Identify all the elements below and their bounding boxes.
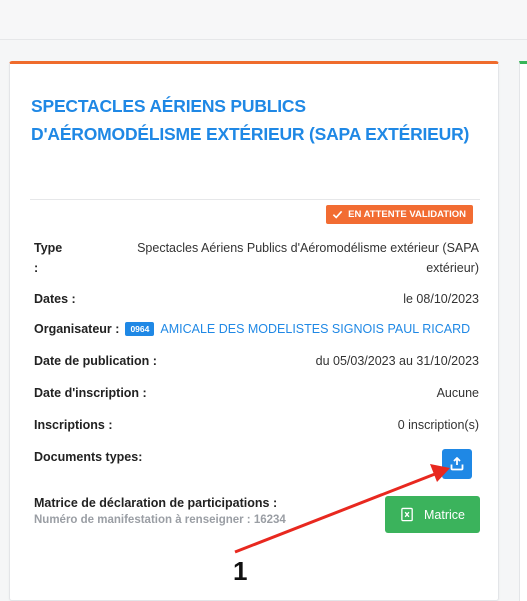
dates-row: Dates : le 08/10/2023 bbox=[34, 292, 479, 306]
type-value-line2: extérieur) bbox=[426, 261, 479, 275]
inscription-date-label: Date d'inscription : bbox=[34, 386, 147, 400]
annotation-number: 1 bbox=[233, 556, 248, 586]
organisateur-row: Organisateur : 0964 AMICALE DES MODELIST… bbox=[34, 322, 479, 336]
organisateur-group: Organisateur : 0964 AMICALE DES MODELIST… bbox=[34, 322, 470, 336]
matrice-sub-label: Numéro de manifestation à renseigner : 1… bbox=[34, 514, 286, 526]
dates-value: le 08/10/2023 bbox=[403, 292, 479, 306]
inscriptions-label: Inscriptions : bbox=[34, 418, 113, 432]
organisateur-link[interactable]: AMICALE DES MODELISTES SIGNOIS PAUL RICA… bbox=[160, 322, 470, 336]
publication-value: du 05/03/2023 au 31/10/2023 bbox=[315, 354, 479, 368]
excel-file-icon bbox=[401, 507, 413, 522]
status-badge-label: EN ATTENTE VALIDATION bbox=[348, 209, 466, 220]
documents-label: Documents types: bbox=[34, 450, 143, 464]
event-title[interactable]: SPECTACLES AÉRIENS PUBLICS D'AÉROMODÉLIS… bbox=[31, 92, 471, 148]
type-row: Type : Spectacles Aériens Publics d'Aéro… bbox=[34, 238, 479, 278]
type-colon: : bbox=[34, 261, 39, 275]
status-badge: EN ATTENTE VALIDATION bbox=[326, 205, 473, 224]
type-label-block: Type : bbox=[34, 238, 62, 278]
matrice-label: Matrice de déclaration de participations… bbox=[34, 496, 278, 510]
documents-row: Documents types: bbox=[34, 450, 479, 464]
inscription-date-value: Aucune bbox=[436, 386, 479, 400]
event-card: SPECTACLES AÉRIENS PUBLICS D'AÉROMODÉLIS… bbox=[9, 61, 499, 601]
organisateur-label: Organisateur : bbox=[34, 322, 120, 336]
type-label: Type bbox=[34, 241, 63, 255]
top-bar bbox=[0, 0, 527, 40]
publication-row: Date de publication : du 05/03/2023 au 3… bbox=[34, 354, 479, 368]
matrice-button-label: Matrice bbox=[424, 507, 465, 522]
inscription-date-row: Date d'inscription : Aucune bbox=[34, 386, 479, 400]
matrice-button[interactable]: Matrice bbox=[385, 496, 480, 533]
type-value: Spectacles Aériens Publics d'Aéromodélis… bbox=[137, 238, 479, 278]
check-icon bbox=[332, 210, 343, 219]
next-card-edge bbox=[519, 61, 527, 601]
inscriptions-value: 0 inscription(s) bbox=[397, 418, 479, 432]
organisateur-code-badge: 0964 bbox=[125, 322, 155, 336]
upload-button[interactable] bbox=[442, 449, 472, 479]
inscriptions-row: Inscriptions : 0 inscription(s) bbox=[34, 418, 479, 432]
divider bbox=[30, 199, 480, 200]
upload-icon bbox=[450, 457, 464, 471]
type-value-line1: Spectacles Aériens Publics d'Aéromodélis… bbox=[137, 241, 479, 255]
dates-label: Dates : bbox=[34, 292, 76, 306]
publication-label: Date de publication : bbox=[34, 354, 157, 368]
